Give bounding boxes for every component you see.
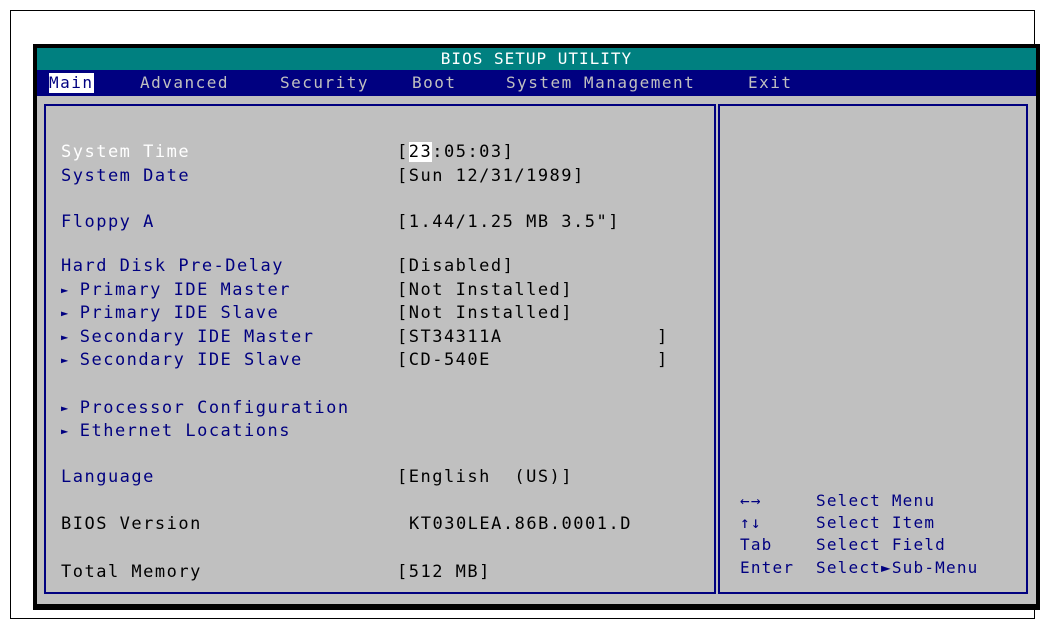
language-label: Language: [61, 467, 155, 487]
total-memory-label: Total Memory: [61, 562, 202, 582]
system-time-value[interactable]: [23:05:03]: [397, 141, 514, 163]
setting-hard-disk-pre-delay[interactable]: Hard Disk Pre-Delay [Disabled]: [0, 255, 1047, 277]
help-select-menu: ←→ Select Menu: [740, 491, 936, 510]
setting-system-date[interactable]: System Date [Sun 12/31/1989]: [0, 165, 1047, 187]
setting-secondary-ide-master[interactable]: ► Secondary IDE Master [ST34311A ]: [0, 326, 1047, 348]
setting-primary-ide-master[interactable]: ► Primary IDE Master [Not Installed]: [0, 279, 1047, 301]
title-bar: BIOS SETUP UTILITY: [37, 48, 1036, 70]
tab-key-label: Tab: [740, 535, 773, 554]
help-select-item: ↑↓ Select Item: [740, 513, 936, 532]
enter-key-label: Enter: [740, 558, 795, 577]
tab-main[interactable]: Main: [49, 73, 94, 93]
system-date-label: System Date: [61, 166, 191, 186]
help-select-submenu: Enter Select►Sub-Menu: [740, 558, 979, 577]
hard-disk-pre-delay-value[interactable]: [Disabled]: [397, 255, 514, 277]
submenu-arrow-icon: ►: [61, 306, 70, 320]
bios-version-label: BIOS Version: [61, 514, 202, 534]
primary-ide-slave-label: Primary IDE Slave: [79, 303, 280, 323]
submenu-arrow-icon: ►: [61, 353, 70, 367]
processor-configuration-label: Processor Configuration: [79, 398, 350, 418]
setting-system-time[interactable]: System Time [23:05:03]: [0, 141, 1047, 163]
secondary-ide-master-value: [ST34311A: [397, 327, 503, 347]
setting-ethernet-locations[interactable]: ► Ethernet Locations: [0, 420, 1047, 442]
floppy-a-label: Floppy A: [61, 212, 155, 232]
submenu-arrow-icon: ►: [61, 424, 70, 438]
secondary-ide-slave-close-bracket: ]: [657, 350, 668, 370]
system-time-hour-field[interactable]: 23: [408, 142, 433, 162]
tab-security[interactable]: Security: [280, 73, 369, 93]
primary-ide-master-label: Primary IDE Master: [79, 280, 291, 300]
floppy-a-value[interactable]: [1.44/1.25 MB 3.5"]: [397, 211, 620, 233]
submenu-arrow-icon: ►: [61, 330, 70, 344]
bios-version-value: KT030LEA.86B.0001.D: [409, 514, 632, 534]
help-select-field: Tab Select Field: [740, 535, 946, 554]
primary-ide-slave-value: [Not Installed]: [397, 303, 574, 323]
system-date-value[interactable]: [Sun 12/31/1989]: [397, 165, 585, 187]
system-time-label: System Time: [61, 142, 191, 162]
tab-boot[interactable]: Boot: [412, 73, 457, 93]
secondary-ide-slave-value: [CD-540E: [397, 350, 491, 370]
tab-system-management[interactable]: System Management: [506, 73, 695, 93]
submenu-arrow-icon: ►: [61, 283, 70, 297]
menu-bar: Main Advanced Security Boot System Manag…: [37, 70, 1036, 96]
setting-floppy-a[interactable]: Floppy A [1.44/1.25 MB 3.5"]: [0, 211, 1047, 233]
ethernet-locations-label: Ethernet Locations: [79, 421, 291, 441]
hard-disk-pre-delay-label: Hard Disk Pre-Delay: [61, 256, 284, 276]
up-down-arrows-icon: ↑↓: [740, 513, 762, 532]
submenu-arrow-icon: ►: [61, 401, 70, 415]
secondary-ide-slave-label: Secondary IDE Slave: [79, 350, 303, 370]
left-right-arrows-icon: ←→: [740, 491, 762, 510]
secondary-ide-master-close-bracket: ]: [657, 327, 668, 347]
language-value[interactable]: [English (US)]: [397, 466, 573, 488]
primary-ide-master-value: [Not Installed]: [397, 280, 574, 300]
total-memory-value: [512 MB]: [397, 562, 491, 582]
tab-exit[interactable]: Exit: [748, 73, 793, 93]
tab-advanced[interactable]: Advanced: [140, 73, 229, 93]
setting-primary-ide-slave[interactable]: ► Primary IDE Slave [Not Installed]: [0, 302, 1047, 324]
setting-secondary-ide-slave[interactable]: ► Secondary IDE Slave [CD-540E ]: [0, 349, 1047, 371]
secondary-ide-master-label: Secondary IDE Master: [79, 327, 315, 347]
setting-language[interactable]: Language [English (US)]: [0, 466, 1047, 488]
setting-processor-configuration[interactable]: ► Processor Configuration: [0, 397, 1047, 419]
